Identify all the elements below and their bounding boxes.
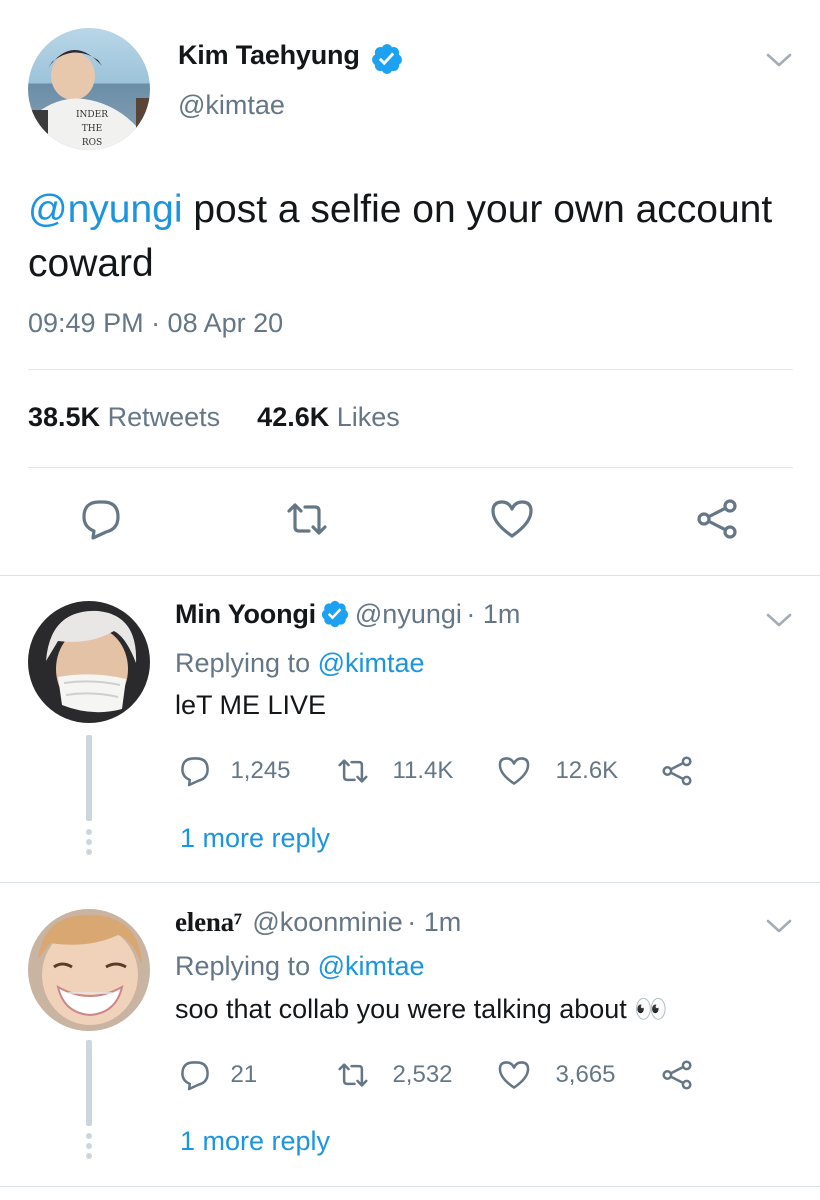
like-count: 12.6K (555, 757, 619, 784)
thread-line (86, 735, 92, 821)
heart-icon[interactable] (489, 496, 535, 542)
likes-label: Likes (336, 402, 400, 432)
reply-action[interactable]: 1,245 (178, 754, 291, 788)
share-icon[interactable] (694, 496, 740, 542)
reply-icon (181, 1061, 209, 1091)
reply-count: 21 (230, 1061, 258, 1088)
retweet-icon[interactable] (284, 496, 330, 542)
likes-stat[interactable]: 42.6K Likes (257, 402, 400, 432)
mention-link[interactable]: @nyungi (28, 188, 183, 231)
retweet-icon (338, 759, 368, 783)
divider (0, 1186, 820, 1187)
thread-dot (86, 1143, 92, 1149)
thread-line (86, 1040, 92, 1126)
chevron-down-icon[interactable] (764, 914, 794, 938)
divider (0, 882, 820, 883)
tweet-stats: 38.5K Retweets 42.6K Likes (28, 402, 400, 433)
replying-to-prefix: Replying to (175, 951, 311, 981)
avatar[interactable]: INDER THE ROS (28, 28, 150, 150)
retweets-label: Retweets (107, 402, 221, 432)
replying-to-link[interactable]: @kimtae (318, 951, 425, 981)
reply-author-name[interactable]: elena⁷ (175, 907, 242, 937)
retweet-count: 2,532 (392, 1061, 453, 1088)
reply-header: elena⁷ @koonminie · 1m (175, 907, 461, 938)
retweet-action[interactable]: 11.4K (336, 754, 453, 788)
replying-to-prefix: Replying to (175, 648, 311, 678)
tweet-timestamp[interactable]: 09:49 PM · 08 Apr 20 (28, 308, 283, 339)
thread-dot (86, 829, 92, 835)
verified-badge-icon (322, 600, 349, 628)
like-action[interactable]: 12.6K (497, 754, 618, 788)
thread-dot (86, 849, 92, 855)
reply-text: leT ME LIVE (175, 690, 327, 720)
like-action[interactable]: 3,665 (497, 1058, 616, 1092)
thread-dot (86, 1133, 92, 1139)
author-handle[interactable]: @kimtae (178, 90, 285, 121)
author-name[interactable]: Kim Taehyung (178, 40, 360, 71)
reply-author-name[interactable]: Min Yoongi (175, 599, 316, 629)
reply-author-handle[interactable]: @nyungi (355, 599, 462, 629)
retweets-count: 38.5K (28, 402, 101, 432)
reply-icon (181, 757, 209, 787)
more-replies-link[interactable]: 1 more reply (180, 823, 330, 854)
retweets-stat[interactable]: 38.5K Retweets (28, 402, 220, 432)
replying-to-link[interactable]: @kimtae (318, 648, 425, 678)
thread-dot (86, 839, 92, 845)
avatar[interactable] (28, 909, 150, 1031)
chevron-down-icon[interactable] (764, 48, 794, 72)
reply-icon[interactable] (78, 496, 124, 542)
divider (0, 575, 820, 576)
likes-count: 42.6K (257, 402, 330, 432)
chevron-down-icon[interactable] (764, 608, 794, 632)
reply-text: soo that collab you were talking about 👀 (175, 994, 668, 1024)
reply-author-handle[interactable]: @koonminie (252, 907, 402, 937)
verified-badge-icon (372, 44, 402, 74)
retweet-count: 11.4K (392, 757, 454, 784)
tweet-text: @nyungi post a selfie on your own accoun… (28, 183, 788, 291)
reply-action[interactable]: 21 (178, 1058, 257, 1092)
reply-time: · 1m (466, 599, 521, 629)
retweet-action[interactable]: 2,532 (336, 1058, 453, 1092)
divider (28, 369, 793, 370)
more-replies-link[interactable]: 1 more reply (180, 1126, 330, 1157)
share-icon[interactable] (660, 1058, 694, 1092)
avatar[interactable] (28, 601, 150, 723)
retweet-icon (338, 1063, 368, 1087)
replying-to: Replying to @kimtae (175, 648, 425, 679)
heart-icon (498, 1061, 530, 1089)
heart-icon (498, 757, 530, 785)
reply-time: · 1m (407, 907, 462, 937)
avatar-shirt-text: INDER THE ROS (76, 110, 108, 148)
replying-to: Replying to @kimtae (175, 951, 425, 982)
like-count: 3,665 (555, 1061, 616, 1088)
reply-header: Min Yoongi @nyungi · 1m (175, 599, 520, 630)
share-icon[interactable] (660, 754, 694, 788)
thread-dot (86, 1153, 92, 1159)
divider (28, 467, 793, 468)
reply-count: 1,245 (230, 757, 291, 784)
